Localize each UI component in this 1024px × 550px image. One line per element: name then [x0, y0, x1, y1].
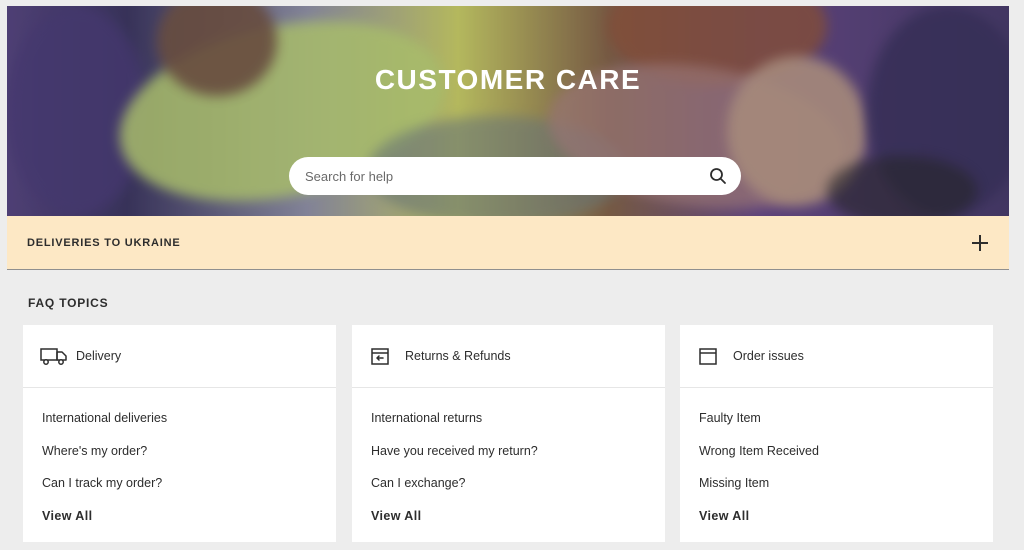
- return-box-icon: [369, 345, 397, 367]
- faq-link[interactable]: Wrong Item Received: [699, 443, 993, 476]
- page-title: CUSTOMER CARE: [374, 64, 642, 95]
- search-input[interactable]: [305, 168, 709, 184]
- hero-banner: CUSTOMER CARE: [7, 6, 1009, 216]
- faq-link[interactable]: International returns: [371, 410, 665, 443]
- card-title: Returns & Refunds: [405, 349, 511, 363]
- card-header[interactable]: Delivery: [23, 325, 336, 388]
- search-bar[interactable]: [289, 157, 741, 195]
- faq-link[interactable]: International deliveries: [42, 410, 336, 443]
- view-all-link[interactable]: View All: [42, 508, 336, 541]
- faq-link[interactable]: Missing Item: [699, 475, 993, 508]
- card-header[interactable]: Returns & Refunds: [352, 325, 665, 388]
- search-icon[interactable]: [709, 167, 727, 185]
- view-all-link[interactable]: View All: [699, 508, 993, 541]
- faq-card-returns: Returns & Refunds International returns …: [352, 325, 665, 542]
- faq-link[interactable]: Where's my order?: [42, 443, 336, 476]
- faq-card-delivery: Delivery International deliveries Where'…: [23, 325, 336, 542]
- ukraine-delivery-notice[interactable]: DELIVERIES TO UKRAINE: [7, 216, 1009, 270]
- view-all-link[interactable]: View All: [371, 508, 665, 541]
- notice-title: DELIVERIES TO UKRAINE: [27, 236, 181, 249]
- faq-link[interactable]: Can I exchange?: [371, 475, 665, 508]
- card-header[interactable]: Order issues: [680, 325, 993, 388]
- faq-card-order-issues: Order issues Faulty Item Wrong Item Rece…: [680, 325, 993, 542]
- faq-link[interactable]: Have you received my return?: [371, 443, 665, 476]
- card-title: Order issues: [733, 349, 804, 363]
- faq-link[interactable]: Can I track my order?: [42, 475, 336, 508]
- card-link-list: Faulty Item Wrong Item Received Missing …: [680, 388, 993, 540]
- card-title: Delivery: [76, 349, 122, 363]
- card-link-list: International deliveries Where's my orde…: [23, 388, 336, 540]
- faq-heading: FAQ TOPICS: [28, 296, 109, 310]
- package-icon: [697, 345, 725, 367]
- faq-link[interactable]: Faulty Item: [699, 410, 993, 443]
- plus-icon[interactable]: [971, 234, 989, 252]
- card-link-list: International returns Have you received …: [352, 388, 665, 540]
- truck-icon: [40, 345, 68, 367]
